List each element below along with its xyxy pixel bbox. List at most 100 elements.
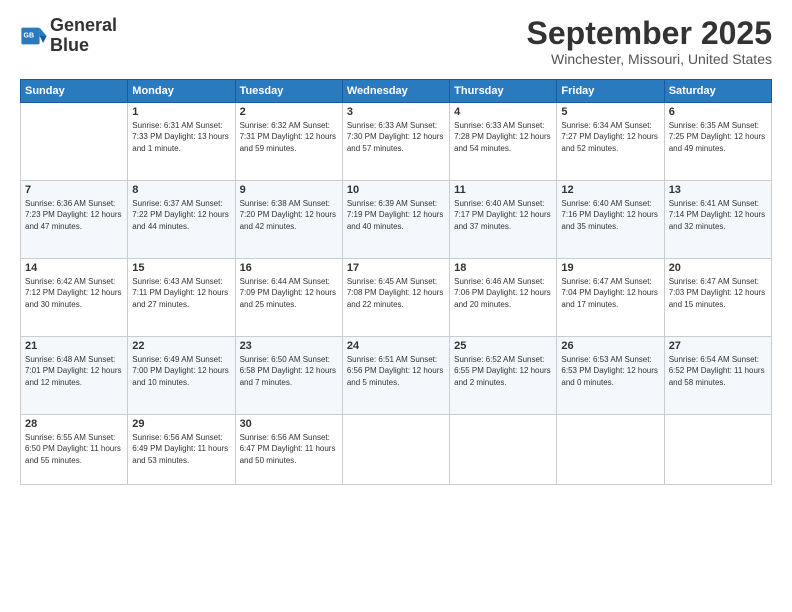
day-info: Sunrise: 6:43 AM Sunset: 7:11 PM Dayligh… <box>132 276 230 310</box>
calendar-cell: 12 Sunrise: 6:40 AM Sunset: 7:16 PM Dayli… <box>557 181 664 259</box>
day-number: 7 <box>25 184 123 196</box>
day-number: 13 <box>669 184 767 196</box>
day-info: Sunrise: 6:56 AM Sunset: 6:47 PM Dayligh… <box>240 432 338 466</box>
day-number: 5 <box>561 106 659 118</box>
calendar-row: 1 Sunrise: 6:31 AM Sunset: 7:33 PM Daylig… <box>21 103 772 181</box>
day-number: 19 <box>561 262 659 274</box>
calendar-cell: 18 Sunrise: 6:46 AM Sunset: 7:06 PM Dayli… <box>450 259 557 337</box>
day-info: Sunrise: 6:35 AM Sunset: 7:25 PM Dayligh… <box>669 120 767 154</box>
header-cell-thursday: Thursday <box>450 80 557 103</box>
calendar-cell <box>664 415 771 485</box>
day-number: 30 <box>240 418 338 430</box>
calendar-cell: 28Sunrise: 6:55 AM Sunset: 6:50 PM Dayli… <box>21 415 128 485</box>
header: GB General Blue September 2025 Wincheste… <box>20 16 772 67</box>
header-row: SundayMondayTuesdayWednesdayThursdayFrid… <box>21 80 772 103</box>
calendar-cell: 8Sunrise: 6:37 AM Sunset: 7:22 PM Daylig… <box>128 181 235 259</box>
day-info: Sunrise: 6:39 AM Sunset: 7:19 PM Dayligh… <box>347 198 445 232</box>
day-info: Sunrise: 6:49 AM Sunset: 7:00 PM Dayligh… <box>132 354 230 388</box>
header-cell-saturday: Saturday <box>664 80 771 103</box>
day-info: Sunrise: 6:33 AM Sunset: 7:30 PM Dayligh… <box>347 120 445 154</box>
day-info: Sunrise: 6:41 AM Sunset: 7:14 PM Dayligh… <box>669 198 767 232</box>
day-info: Sunrise: 6:56 AM Sunset: 6:49 PM Dayligh… <box>132 432 230 466</box>
header-cell-tuesday: Tuesday <box>235 80 342 103</box>
calendar-body: 1 Sunrise: 6:31 AM Sunset: 7:33 PM Daylig… <box>21 103 772 485</box>
calendar-cell <box>21 103 128 181</box>
day-info: Sunrise: 6:31 AM Sunset: 7:33 PM Dayligh… <box>132 120 230 154</box>
day-number: 29 <box>132 418 230 430</box>
day-number: 6 <box>669 106 767 118</box>
day-number: 26 <box>561 340 659 352</box>
day-info: Sunrise: 6:33 AM Sunset: 7:28 PM Dayligh… <box>454 120 552 154</box>
calendar-cell: 21 Sunrise: 6:48 AM Sunset: 7:01 PM Dayli… <box>21 337 128 415</box>
day-info: Sunrise: 6:50 AM Sunset: 6:58 PM Dayligh… <box>240 354 338 388</box>
calendar-cell: 22 Sunrise: 6:49 AM Sunset: 7:00 PM Dayli… <box>128 337 235 415</box>
day-number: 27 <box>669 340 767 352</box>
day-number: 2 <box>240 106 338 118</box>
calendar-cell: 25 Sunrise: 6:52 AM Sunset: 6:55 PM Dayli… <box>450 337 557 415</box>
day-info: Sunrise: 6:40 AM Sunset: 7:16 PM Dayligh… <box>561 198 659 232</box>
day-number: 23 <box>240 340 338 352</box>
day-info: Sunrise: 6:46 AM Sunset: 7:06 PM Dayligh… <box>454 276 552 310</box>
day-number: 1 <box>132 106 230 118</box>
calendar-cell: 16 Sunrise: 6:44 AM Sunset: 7:09 PM Dayli… <box>235 259 342 337</box>
calendar-cell: 20 Sunrise: 6:47 AM Sunset: 7:03 PM Dayli… <box>664 259 771 337</box>
day-info: Sunrise: 6:47 AM Sunset: 7:03 PM Dayligh… <box>669 276 767 310</box>
day-info: Sunrise: 6:55 AM Sunset: 6:50 PM Dayligh… <box>25 432 123 466</box>
day-info: Sunrise: 6:47 AM Sunset: 7:04 PM Dayligh… <box>561 276 659 310</box>
day-info: Sunrise: 6:40 AM Sunset: 7:17 PM Dayligh… <box>454 198 552 232</box>
calendar-cell: 29 Sunrise: 6:56 AM Sunset: 6:49 PM Dayli… <box>128 415 235 485</box>
day-number: 20 <box>669 262 767 274</box>
calendar-row: 7Sunrise: 6:36 AM Sunset: 7:23 PM Daylig… <box>21 181 772 259</box>
day-info: Sunrise: 6:51 AM Sunset: 6:56 PM Dayligh… <box>347 354 445 388</box>
header-cell-sunday: Sunday <box>21 80 128 103</box>
logo-line2: Blue <box>50 36 117 56</box>
day-number: 16 <box>240 262 338 274</box>
day-number: 22 <box>132 340 230 352</box>
calendar-header: SundayMondayTuesdayWednesdayThursdayFrid… <box>21 80 772 103</box>
calendar-cell <box>557 415 664 485</box>
header-cell-monday: Monday <box>128 80 235 103</box>
day-number: 17 <box>347 262 445 274</box>
calendar-cell: 6 Sunrise: 6:35 AM Sunset: 7:25 PM Daylig… <box>664 103 771 181</box>
day-number: 15 <box>132 262 230 274</box>
calendar-cell: 13 Sunrise: 6:41 AM Sunset: 7:14 PM Dayli… <box>664 181 771 259</box>
day-number: 9 <box>240 184 338 196</box>
calendar-row: 14Sunrise: 6:42 AM Sunset: 7:12 PM Dayli… <box>21 259 772 337</box>
logo-line1: General <box>50 16 117 36</box>
calendar-cell: 9 Sunrise: 6:38 AM Sunset: 7:20 PM Daylig… <box>235 181 342 259</box>
calendar-cell: 26Sunrise: 6:53 AM Sunset: 6:53 PM Dayli… <box>557 337 664 415</box>
day-info: Sunrise: 6:44 AM Sunset: 7:09 PM Dayligh… <box>240 276 338 310</box>
calendar-cell: 2Sunrise: 6:32 AM Sunset: 7:31 PM Daylig… <box>235 103 342 181</box>
calendar-cell: 14Sunrise: 6:42 AM Sunset: 7:12 PM Dayli… <box>21 259 128 337</box>
calendar-cell: 27 Sunrise: 6:54 AM Sunset: 6:52 PM Dayli… <box>664 337 771 415</box>
calendar-cell: 19 Sunrise: 6:47 AM Sunset: 7:04 PM Dayli… <box>557 259 664 337</box>
calendar-row: 21 Sunrise: 6:48 AM Sunset: 7:01 PM Dayli… <box>21 337 772 415</box>
day-number: 21 <box>25 340 123 352</box>
calendar-cell: 24 Sunrise: 6:51 AM Sunset: 6:56 PM Dayli… <box>342 337 449 415</box>
day-number: 14 <box>25 262 123 274</box>
day-info: Sunrise: 6:54 AM Sunset: 6:52 PM Dayligh… <box>669 354 767 388</box>
day-number: 25 <box>454 340 552 352</box>
day-info: Sunrise: 6:45 AM Sunset: 7:08 PM Dayligh… <box>347 276 445 310</box>
day-number: 12 <box>561 184 659 196</box>
day-number: 3 <box>347 106 445 118</box>
day-number: 18 <box>454 262 552 274</box>
logo: GB General Blue <box>20 16 117 56</box>
calendar-location: Winchester, Missouri, United States <box>527 51 772 67</box>
calendar-cell: 23 Sunrise: 6:50 AM Sunset: 6:58 PM Dayli… <box>235 337 342 415</box>
day-info: Sunrise: 6:48 AM Sunset: 7:01 PM Dayligh… <box>25 354 123 388</box>
svg-text:GB: GB <box>24 32 35 39</box>
day-number: 4 <box>454 106 552 118</box>
calendar-cell: 17 Sunrise: 6:45 AM Sunset: 7:08 PM Dayli… <box>342 259 449 337</box>
calendar-cell: 4 Sunrise: 6:33 AM Sunset: 7:28 PM Daylig… <box>450 103 557 181</box>
calendar-title: September 2025 <box>527 16 772 51</box>
calendar-cell: 1 Sunrise: 6:31 AM Sunset: 7:33 PM Daylig… <box>128 103 235 181</box>
day-info: Sunrise: 6:52 AM Sunset: 6:55 PM Dayligh… <box>454 354 552 388</box>
day-number: 24 <box>347 340 445 352</box>
day-info: Sunrise: 6:37 AM Sunset: 7:22 PM Dayligh… <box>132 198 230 232</box>
calendar-table: SundayMondayTuesdayWednesdayThursdayFrid… <box>20 79 772 485</box>
day-info: Sunrise: 6:38 AM Sunset: 7:20 PM Dayligh… <box>240 198 338 232</box>
page: GB General Blue September 2025 Wincheste… <box>0 0 792 612</box>
calendar-cell: 11Sunrise: 6:40 AM Sunset: 7:17 PM Dayli… <box>450 181 557 259</box>
calendar-row: 28Sunrise: 6:55 AM Sunset: 6:50 PM Dayli… <box>21 415 772 485</box>
